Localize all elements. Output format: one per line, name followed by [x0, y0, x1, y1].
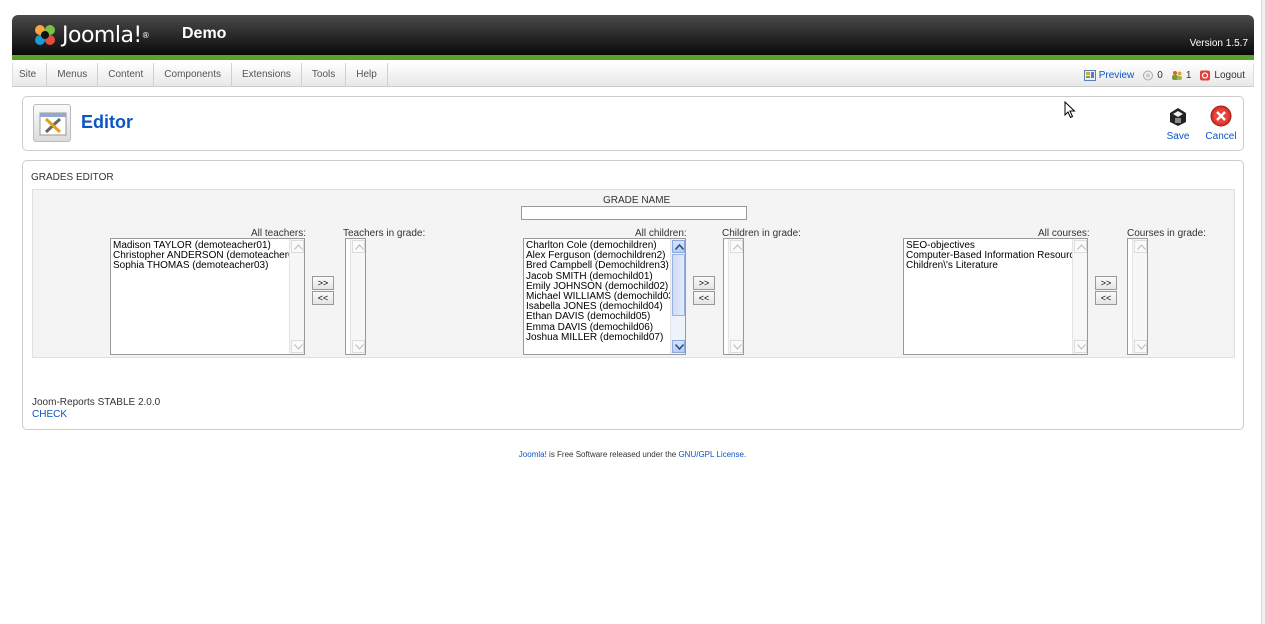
- remove-course-button[interactable]: <<: [1095, 291, 1117, 305]
- scroll-down-icon[interactable]: [352, 340, 365, 353]
- users-count: 1: [1185, 69, 1192, 81]
- list-item[interactable]: Joshua MILLER (demochild07): [526, 332, 677, 343]
- list-item[interactable]: Children\'s Literature: [906, 261, 1085, 271]
- add-course-button[interactable]: >>: [1095, 276, 1117, 290]
- header-accent-bar: [12, 55, 1254, 60]
- messages-count: 0: [1157, 69, 1163, 81]
- scrollbar[interactable]: [350, 239, 365, 354]
- section-title: GRADES EDITOR: [31, 172, 114, 183]
- logout-label: Logout: [1214, 69, 1245, 81]
- menu-components[interactable]: Components: [154, 63, 232, 87]
- menu-extensions[interactable]: Extensions: [232, 63, 302, 87]
- toolbar-box: Editor Save Cancel: [22, 96, 1244, 151]
- scroll-up-icon[interactable]: [730, 240, 743, 253]
- remove-teacher-button[interactable]: <<: [312, 291, 334, 305]
- all-teachers-list[interactable]: Madison TAYLOR (demoteacher01) Christoph…: [110, 238, 305, 355]
- all-courses-list[interactable]: SEO-objectives Computer-Based Informatio…: [903, 238, 1088, 355]
- logout-link[interactable]: Logout: [1199, 70, 1245, 81]
- grade-name-input[interactable]: [521, 206, 747, 220]
- copyright-text: is Free Software released under the: [546, 450, 679, 459]
- menu-site[interactable]: Site: [13, 63, 48, 87]
- preview-link[interactable]: Preview: [1083, 69, 1135, 81]
- scroll-down-icon[interactable]: [1134, 340, 1147, 353]
- all-children-list[interactable]: Charlton Cole (demochildren) Alex Fergus…: [523, 238, 686, 355]
- scroll-down-icon[interactable]: [291, 340, 304, 353]
- scrollbar[interactable]: [289, 239, 304, 354]
- users-status[interactable]: 1: [1171, 69, 1192, 81]
- add-child-button[interactable]: >>: [693, 276, 715, 290]
- mouse-cursor-icon: [1064, 100, 1076, 122]
- version-label: Version 1.5.7: [1189, 38, 1248, 49]
- add-teacher-button[interactable]: >>: [312, 276, 334, 290]
- scrollbar[interactable]: [1132, 239, 1147, 354]
- messages-icon: [1142, 70, 1154, 81]
- status-bar: Preview 0 1 Logout: [1083, 63, 1245, 87]
- save-button[interactable]: Save: [1158, 105, 1198, 142]
- scroll-down-icon[interactable]: [730, 340, 743, 353]
- grades-editor-panel: GRADE NAME All teachers: Teachers in gra…: [32, 189, 1235, 358]
- scroll-up-icon[interactable]: [1134, 240, 1147, 253]
- scrollbar[interactable]: [670, 239, 685, 354]
- joomla-logo-icon: [32, 22, 58, 48]
- scrollbar[interactable]: [1072, 239, 1087, 354]
- license-link[interactable]: GNU/GPL License: [678, 450, 744, 459]
- messages-status[interactable]: 0: [1142, 70, 1163, 81]
- copyright-end: .: [743, 450, 747, 459]
- courses-in-grade-list[interactable]: [1127, 238, 1148, 355]
- children-in-grade-list[interactable]: [723, 238, 744, 355]
- scroll-up-icon[interactable]: [352, 240, 365, 253]
- preview-icon: [1083, 69, 1096, 81]
- users-icon: [1171, 70, 1183, 81]
- window-edge: [1261, 0, 1265, 624]
- cancel-label: Cancel: [1205, 131, 1237, 142]
- menu-bar: Site Menus Content Components Extensions…: [12, 63, 1254, 87]
- joomla-wordmark: Joomla!: [62, 22, 142, 48]
- list-item[interactable]: Sophia THOMAS (demoteacher03): [113, 261, 303, 271]
- cancel-button[interactable]: Cancel: [1201, 105, 1241, 142]
- scroll-thumb[interactable]: [672, 254, 685, 316]
- preview-label: Preview: [1098, 69, 1135, 81]
- teachers-in-grade-list[interactable]: [345, 238, 366, 355]
- scrollbar[interactable]: [728, 239, 743, 354]
- scroll-up-icon[interactable]: [291, 240, 304, 253]
- remove-child-button[interactable]: <<: [693, 291, 715, 305]
- editor-page-icon: [33, 104, 71, 142]
- menu-content[interactable]: Content: [98, 63, 155, 87]
- grade-name-label: GRADE NAME: [603, 195, 671, 206]
- trademark: ®: [141, 30, 150, 40]
- cancel-icon: [1210, 105, 1232, 127]
- main-menu: Site Menus Content Components Extensions…: [13, 63, 1253, 87]
- menu-help[interactable]: Help: [346, 63, 388, 87]
- scroll-up-icon[interactable]: [672, 240, 685, 253]
- joomla-logo[interactable]: Joomla! ®: [32, 21, 150, 49]
- copyright-footer: Joomla! is Free Software released under …: [0, 450, 1265, 459]
- menu-menus[interactable]: Menus: [47, 63, 99, 87]
- site-name: Demo: [182, 25, 227, 42]
- joomla-link[interactable]: Joomla!: [519, 450, 547, 459]
- scroll-up-icon[interactable]: [1074, 240, 1087, 253]
- scroll-down-icon[interactable]: [672, 340, 685, 353]
- page-title: Editor: [81, 112, 133, 132]
- logout-icon: [1199, 70, 1211, 81]
- admin-header: Joomla! ® Demo Version 1.5.7: [12, 15, 1254, 60]
- component-version: Joom-Reports STABLE 2.0.0: [32, 397, 161, 408]
- check-link[interactable]: CHECK: [32, 409, 67, 420]
- save-label: Save: [1166, 131, 1190, 142]
- list-item[interactable]: Ethan DAVIS (demochild05): [526, 312, 677, 322]
- menu-tools[interactable]: Tools: [302, 63, 347, 87]
- main-content: GRADES EDITOR GRADE NAME All teachers: T…: [22, 160, 1244, 430]
- save-icon: [1167, 105, 1189, 127]
- scroll-down-icon[interactable]: [1074, 340, 1087, 353]
